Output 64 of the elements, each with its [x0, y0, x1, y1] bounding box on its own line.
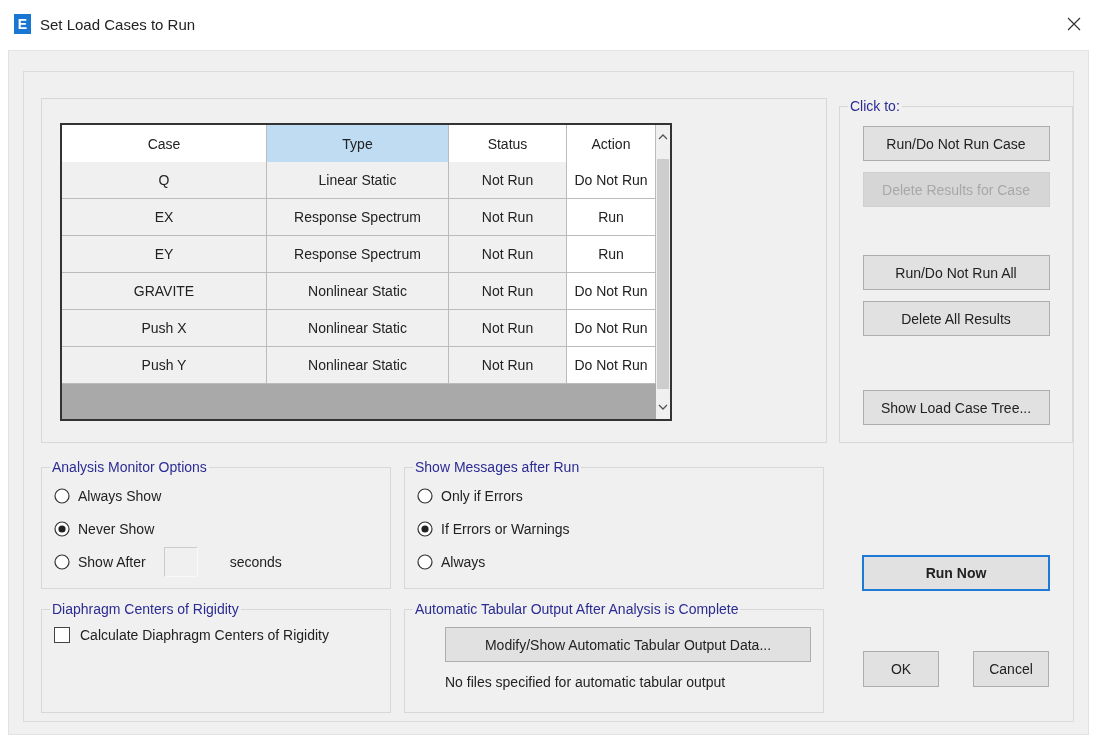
action-button[interactable]: Run/Do Not Run All [862, 255, 1050, 290]
group-title: Show Messages after Run [414, 459, 581, 475]
table-cell[interactable]: Do Not Run [567, 310, 656, 347]
table-cell: Not Run [449, 273, 567, 310]
table-cell: Not Run [449, 162, 567, 199]
radio-button[interactable] [417, 520, 433, 537]
table-cell: Push Y [62, 347, 267, 384]
table-cell[interactable]: Run [567, 236, 656, 273]
app-logo: E [14, 14, 31, 34]
table-cell: Linear Static [267, 162, 449, 199]
table-cell[interactable]: Run [567, 199, 656, 236]
column-header[interactable]: Case [62, 125, 267, 163]
unit-label: seconds [229, 553, 282, 570]
checkbox-label: Calculate Diaphragm Centers of Rigidity [80, 627, 329, 643]
table-cell: Nonlinear Static [267, 347, 449, 384]
table-cell: Nonlinear Static [267, 273, 449, 310]
close-icon[interactable] [1067, 17, 1081, 31]
table-cell[interactable]: Do Not Run [567, 273, 656, 310]
input-field[interactable] [163, 546, 198, 577]
table-cell: Not Run [449, 347, 567, 384]
window-title: Set Load Cases to Run [40, 15, 197, 33]
table-cell: Nonlinear Static [267, 310, 449, 347]
radio-button[interactable] [54, 520, 70, 537]
status-note: No files specified for automatic tabular output [445, 674, 726, 690]
table-cell[interactable]: Do Not Run [567, 347, 656, 384]
column-header[interactable]: Type [267, 125, 449, 163]
option-label: Always [441, 553, 486, 570]
option-label: Always Show [78, 487, 162, 504]
radio-button[interactable] [417, 553, 433, 570]
action-button[interactable]: Run/Do Not Run Case [862, 126, 1050, 161]
action-button[interactable]: Show Load Case Tree... [862, 390, 1050, 425]
scroll-down-icon[interactable] [658, 403, 668, 411]
group-title: Analysis Monitor Options [51, 459, 208, 475]
run-now-button[interactable]: Run Now [862, 555, 1050, 591]
option-label: Show After [78, 553, 146, 570]
group-title: Automatic Tabular Output After Analysis is Complete [414, 601, 740, 617]
radio-button[interactable] [54, 553, 70, 570]
action-button[interactable]: Delete All Results [862, 301, 1050, 336]
table-cell: EX [62, 199, 267, 236]
dialog-button[interactable]: OK [863, 651, 939, 687]
table-cell: Not Run [449, 199, 567, 236]
column-header[interactable]: Status [449, 125, 567, 163]
table-cell[interactable]: Do Not Run [567, 162, 656, 199]
group-title: Click to: [849, 98, 901, 114]
table-cell: GRAVITE [62, 273, 267, 310]
option-label: Only if Errors [441, 487, 523, 504]
table-cell: Push X [62, 310, 267, 347]
column-header[interactable]: Action [567, 125, 656, 163]
radio-button[interactable] [54, 487, 70, 504]
table-cell: EY [62, 236, 267, 273]
table-cell: Response Spectrum [267, 236, 449, 273]
scrollbar-thumb[interactable] [657, 159, 669, 389]
dialog-button[interactable]: Cancel [973, 651, 1049, 687]
table-cell: Not Run [449, 310, 567, 347]
group-title: Diaphragm Centers of Rigidity [51, 601, 240, 617]
radio-button[interactable] [417, 487, 433, 504]
scroll-up-icon[interactable] [658, 133, 668, 141]
table-cell: Not Run [449, 236, 567, 273]
option-label: Never Show [78, 520, 155, 537]
checkbox[interactable] [54, 627, 70, 643]
modify-output-button[interactable]: Modify/Show Automatic Tabular Output Data... [445, 627, 811, 662]
table-cell: Q [62, 162, 267, 199]
option-label: If Errors or Warnings [441, 520, 570, 537]
table-cell: Response Spectrum [267, 199, 449, 236]
